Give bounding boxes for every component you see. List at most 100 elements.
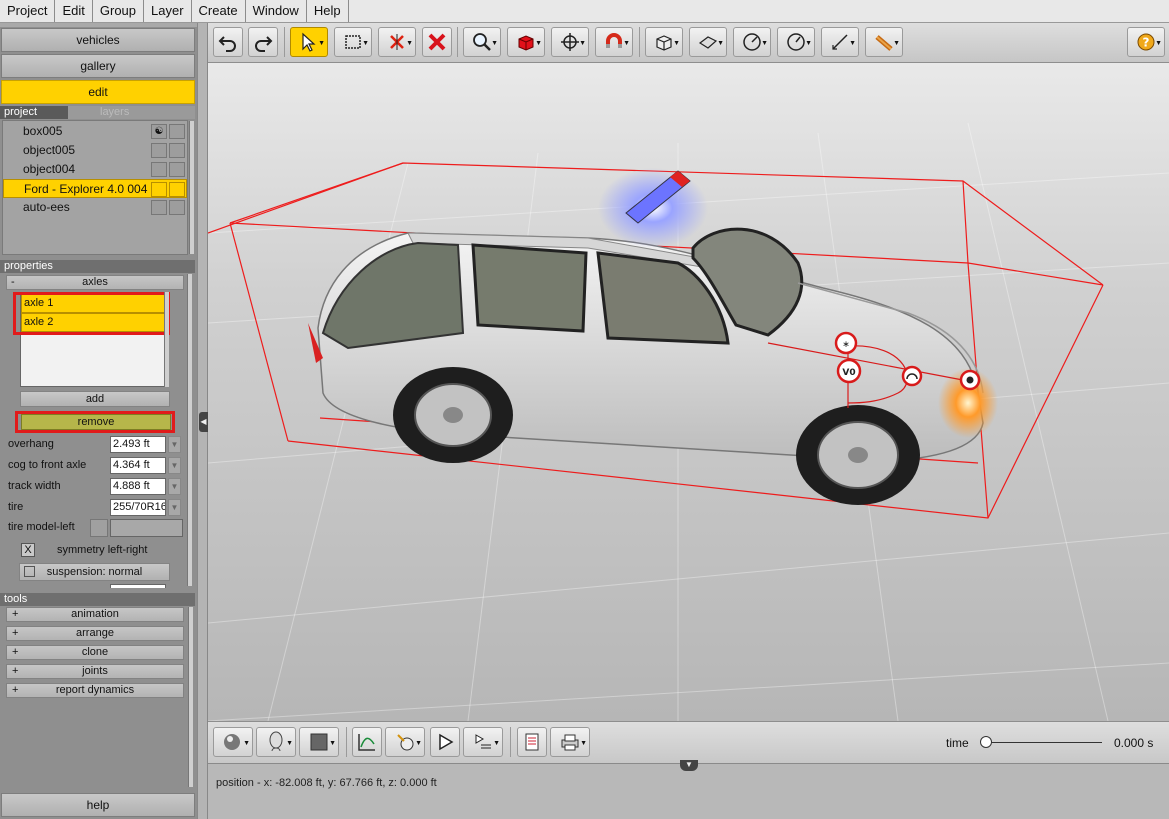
tab-layers[interactable]: layers: [68, 106, 195, 119]
collapse-left-icon[interactable]: ◀: [199, 412, 208, 432]
list-item[interactable]: object005: [3, 141, 187, 160]
graph-button[interactable]: [352, 727, 382, 757]
visibility-toggle[interactable]: [151, 182, 167, 197]
overhang-stepper[interactable]: ▼: [168, 436, 181, 453]
visibility-toggle[interactable]: [151, 200, 167, 215]
menu-group[interactable]: Group: [93, 0, 145, 22]
tool-clone[interactable]: + clone: [6, 645, 184, 660]
expand-down-icon[interactable]: ▼: [680, 760, 698, 771]
tire-stepper[interactable]: ▼: [168, 499, 181, 516]
tire-model-swatch[interactable]: [90, 519, 108, 537]
track-width-field[interactable]: 4.888 ft: [110, 478, 166, 495]
3d-viewport[interactable]: ∗ V0: [208, 63, 1169, 721]
overhang-label: overhang: [8, 438, 54, 450]
tool-label: report dynamics: [55, 684, 135, 696]
symmetry-checkbox[interactable]: X: [21, 543, 35, 557]
vehicles-button[interactable]: vehicles: [1, 28, 195, 52]
time-slider-handle[interactable]: [980, 736, 992, 748]
help-menu-button[interactable]: ? ▼: [1127, 27, 1165, 57]
tool-report-dynamics[interactable]: + report dynamics: [6, 683, 184, 698]
visibility-toggle[interactable]: [151, 143, 167, 158]
lock-toggle[interactable]: [169, 124, 185, 139]
red-cube-icon: [518, 35, 534, 51]
velocity-marker-label: V0: [842, 368, 855, 378]
gallery-button[interactable]: gallery: [1, 54, 195, 78]
chevron-down-icon: ▼: [580, 740, 587, 747]
tool-arrange[interactable]: + arrange: [6, 626, 184, 641]
delete-vertex-button[interactable]: ▼: [378, 27, 416, 57]
cog-to-front-axle-stepper[interactable]: ▼: [168, 457, 181, 474]
tool-animation[interactable]: + animation: [6, 607, 184, 622]
time-slider-track[interactable]: [984, 742, 1102, 743]
select-tool-button[interactable]: ▼: [290, 27, 328, 57]
chevron-down-icon: ▼: [893, 40, 900, 47]
track-width-stepper[interactable]: ▼: [168, 478, 181, 495]
overhang-field[interactable]: 2.493 ft: [110, 436, 166, 453]
color-button[interactable]: ▼: [299, 727, 339, 757]
list-item[interactable]: box005 ☯: [3, 122, 187, 141]
chevron-down-icon: ▼: [717, 40, 724, 47]
rectangle-select-button[interactable]: ▼: [334, 27, 372, 57]
help-button[interactable]: help: [1, 793, 195, 817]
camera-path-button[interactable]: ▼: [385, 727, 425, 757]
list-item[interactable]: auto-ees: [3, 198, 187, 217]
view-box-button[interactable]: ▼: [645, 27, 683, 57]
panel-splitter[interactable]: ◀: [197, 23, 208, 819]
ruler-button[interactable]: ▼: [865, 27, 903, 57]
properties-scrollbar[interactable]: [187, 274, 192, 586]
wire-cube-icon: [656, 35, 672, 51]
play-button[interactable]: [430, 727, 460, 757]
axles-section-toggle[interactable]: - axles: [6, 275, 184, 290]
menu-edit[interactable]: Edit: [55, 0, 93, 22]
tire-model-field[interactable]: [110, 519, 183, 537]
delete-button[interactable]: [422, 27, 452, 57]
axle-list-scrollbar[interactable]: [164, 292, 169, 387]
tool-joints[interactable]: + joints: [6, 664, 184, 679]
magnifier-icon: [473, 33, 491, 51]
gauge-tool-button[interactable]: ▼: [777, 27, 815, 57]
snap-button[interactable]: ▼: [595, 27, 633, 57]
chevron-down-icon: ▼: [362, 40, 369, 47]
plane-icon: [698, 36, 718, 49]
menu-create[interactable]: Create: [192, 0, 246, 22]
lock-toggle[interactable]: [169, 162, 185, 177]
visibility-eye-icon[interactable]: ☯: [151, 124, 167, 139]
symmetry-label: symmetry left-right: [57, 544, 148, 556]
print-button[interactable]: ▼: [550, 727, 590, 757]
move-button[interactable]: ▼: [551, 27, 589, 57]
truncated-field[interactable]: [110, 584, 166, 588]
angle-tool-button[interactable]: ▼: [733, 27, 771, 57]
chevron-down-icon: ▼: [243, 740, 250, 747]
suspension-button[interactable]: suspension: normal: [19, 563, 170, 581]
lock-toggle[interactable]: [169, 143, 185, 158]
undo-button[interactable]: [213, 27, 243, 57]
zoom-button[interactable]: ▼: [463, 27, 501, 57]
lock-toggle[interactable]: [169, 182, 185, 197]
object-list-scrollbar[interactable]: [189, 121, 194, 254]
toolbar-separator: [457, 27, 458, 57]
redo-button[interactable]: [248, 27, 278, 57]
add-axle-button[interactable]: add: [20, 391, 170, 407]
rectangle-select-icon: [345, 35, 361, 49]
list-item[interactable]: object004: [3, 160, 187, 179]
menu-help[interactable]: Help: [307, 0, 349, 22]
cog-to-front-axle-field[interactable]: 4.364 ft: [110, 457, 166, 474]
list-item-selected[interactable]: Ford - Explorer 4.0 004: [3, 179, 187, 198]
menu-window[interactable]: Window: [246, 0, 307, 22]
add-box-button[interactable]: ▼: [507, 27, 545, 57]
tab-project[interactable]: project: [0, 106, 68, 119]
tire-field[interactable]: 255/70R16: [110, 499, 166, 516]
playlist-button[interactable]: ▼: [463, 727, 503, 757]
visibility-toggle[interactable]: [151, 162, 167, 177]
material-sphere-button[interactable]: ▼: [213, 727, 253, 757]
menu-project[interactable]: Project: [0, 0, 56, 22]
edit-button[interactable]: edit: [1, 80, 195, 104]
menu-layer[interactable]: Layer: [144, 0, 192, 22]
measure-button[interactable]: ▼: [821, 27, 859, 57]
tools-scrollbar[interactable]: [188, 607, 193, 787]
character-button[interactable]: ▼: [256, 727, 296, 757]
view-plane-button[interactable]: ▼: [689, 27, 727, 57]
document-icon: [525, 733, 539, 751]
lock-toggle[interactable]: [169, 200, 185, 215]
report-button[interactable]: [517, 727, 547, 757]
